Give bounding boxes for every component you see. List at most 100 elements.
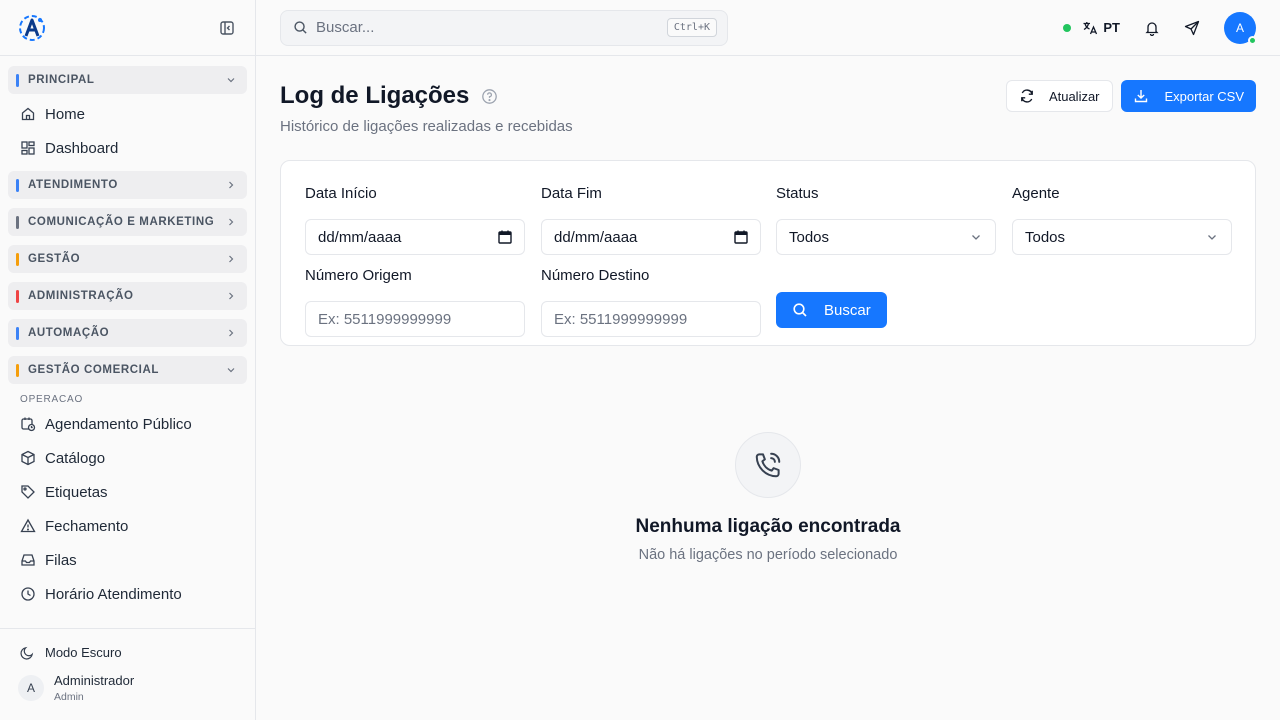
translate-icon (1083, 21, 1098, 34)
topbar: Buscar... Ctrl+K PT A (256, 0, 1280, 56)
chevron-down-icon (227, 368, 235, 373)
avatar-status-dot (1248, 35, 1257, 45)
search-input[interactable]: Buscar... Ctrl+K (280, 9, 728, 46)
group-administracao[interactable]: ADMINISTRAÇÃO (8, 282, 247, 310)
user-profile[interactable]: A Administrador Admin (8, 667, 247, 709)
origin-number-input[interactable] (318, 310, 512, 328)
tag-icon (21, 485, 35, 499)
group-principal[interactable]: PRINCIPAL (8, 66, 247, 94)
agent-value: Todos (1025, 228, 1066, 246)
sidebar-item-home[interactable]: Home (8, 97, 247, 131)
dark-mode-toggle[interactable]: Modo Escuro (8, 637, 247, 667)
sidebar-item-dashboard[interactable]: Dashboard (8, 131, 247, 165)
refresh-icon (1021, 89, 1033, 103)
empty-state-subtitle: Não há ligações no período selecionado (638, 547, 898, 563)
search-button-label: Buscar (824, 301, 871, 319)
app-logo[interactable] (16, 12, 48, 44)
sidebar-item-label: Fechamento (45, 517, 129, 535)
sidebar-item-label: Filas (45, 551, 77, 569)
group-color-bar (16, 178, 19, 192)
destination-number-field: Número Destino (541, 267, 761, 337)
page-header: Log de Ligações Histórico de ligações re… (280, 56, 1256, 160)
chevron-right-icon (229, 218, 234, 226)
group-label: AUTOMAÇÃO (28, 327, 110, 339)
search-icon (294, 21, 307, 34)
calendar-clock-icon (21, 417, 36, 432)
sidebar-item-label: Dashboard (45, 139, 119, 157)
group-color-bar (16, 363, 19, 377)
package-icon (21, 450, 35, 466)
group-label: GESTÃO COMERCIAL (28, 364, 159, 376)
agent-label: Agente (1012, 185, 1060, 202)
sidebar-item-agendamento-publico[interactable]: Agendamento Público (8, 407, 247, 441)
page-title-wrap: Log de Ligações (280, 82, 498, 110)
empty-state: Nenhuma ligação encontrada Não há ligaçõ… (280, 432, 1256, 563)
group-color-bar (16, 215, 19, 229)
page-title: Log de Ligações (280, 82, 470, 109)
sidebar-item-fechamento[interactable]: Fechamento (8, 509, 247, 543)
group-color-bar (16, 252, 19, 266)
status-select[interactable]: Todos (776, 219, 996, 255)
search-button[interactable]: Buscar (776, 292, 887, 328)
sidebar-item-label: Etiquetas (45, 483, 108, 501)
send-button[interactable] (1178, 14, 1206, 42)
online-status-indicator (1063, 23, 1072, 32)
start-date-field: Data Início dd/mm/aaaa (305, 185, 525, 255)
end-date-label: Data Fim (541, 185, 602, 202)
download-icon (1134, 90, 1147, 103)
start-date-input[interactable]: dd/mm/aaaa (305, 219, 525, 255)
moon-icon (20, 646, 34, 660)
sidebar-item-horario-atendimento[interactable]: Horário Atendimento (8, 577, 247, 611)
refresh-label: Atualizar (1048, 88, 1100, 104)
group-label: ADMINISTRAÇÃO (28, 290, 134, 302)
filters-card: Data Início dd/mm/aaaa Data Fim dd/mm/aa… (280, 160, 1256, 346)
status-field: Status Todos (776, 185, 996, 255)
group-atendimento[interactable]: ATENDIMENTO (8, 171, 247, 199)
sidebar-item-label: Catálogo (45, 449, 106, 467)
chevron-down-icon (227, 78, 235, 83)
main-content: Log de Ligações Histórico de ligações re… (280, 56, 1256, 563)
sidebar-collapse-icon[interactable] (215, 16, 239, 40)
export-csv-button[interactable]: Exportar CSV (1120, 80, 1256, 112)
language-selector[interactable]: PT (1082, 20, 1120, 36)
refresh-button[interactable]: Atualizar (1005, 80, 1113, 112)
send-icon (1184, 20, 1200, 35)
sidebar-item-catalogo[interactable]: Catálogo (8, 441, 247, 475)
group-label: COMUNICAÇÃO E MARKETING (28, 216, 215, 228)
export-label: Exportar CSV (1164, 88, 1244, 104)
shortcut-hint: Ctrl+K (666, 18, 717, 37)
sidebar-item-filas[interactable]: Filas (8, 543, 247, 577)
status-value: Todos (789, 228, 830, 246)
sidebar: PRINCIPAL Home Dashboard ATENDIMENTO COM… (0, 0, 256, 720)
avatar-initial: A (1235, 20, 1244, 35)
chevron-right-icon (229, 329, 234, 337)
help-icon[interactable] (481, 88, 498, 105)
group-gestao[interactable]: GESTÃO (8, 245, 247, 273)
search-placeholder: Buscar... (316, 19, 375, 36)
end-date-input[interactable]: dd/mm/aaaa (541, 219, 761, 255)
end-date-field: Data Fim dd/mm/aaaa (541, 185, 761, 255)
sidebar-item-etiquetas[interactable]: Etiquetas (8, 475, 247, 509)
calendar-icon[interactable] (498, 230, 512, 244)
calendar-icon[interactable] (734, 230, 748, 244)
group-comunicacao-marketing[interactable]: COMUNICAÇÃO E MARKETING (8, 208, 247, 236)
agent-select[interactable]: Todos (1012, 219, 1232, 255)
group-automacao[interactable]: AUTOMAÇÃO (8, 319, 247, 347)
chevron-down-icon (972, 235, 980, 240)
sidebar-footer: Modo Escuro A Administrador Admin (0, 628, 255, 720)
sidebar-header (0, 0, 255, 56)
notifications-button[interactable] (1138, 14, 1166, 42)
start-date-value: dd/mm/aaaa (318, 228, 402, 246)
sidebar-nav[interactable]: PRINCIPAL Home Dashboard ATENDIMENTO COM… (0, 56, 255, 628)
inbox-icon (21, 554, 35, 566)
user-name: Administrador (54, 673, 135, 688)
origin-number-field: Número Origem (305, 267, 525, 337)
user-avatar-button[interactable]: A (1224, 11, 1257, 45)
group-gestao-comercial[interactable]: GESTÃO COMERCIAL (8, 356, 247, 384)
user-role: Admin (54, 691, 84, 703)
clock-icon (21, 587, 35, 601)
agent-field: Agente Todos (1012, 185, 1232, 255)
group-label: PRINCIPAL (28, 74, 95, 86)
destination-number-input[interactable] (554, 310, 748, 328)
group-color-bar (16, 73, 19, 87)
